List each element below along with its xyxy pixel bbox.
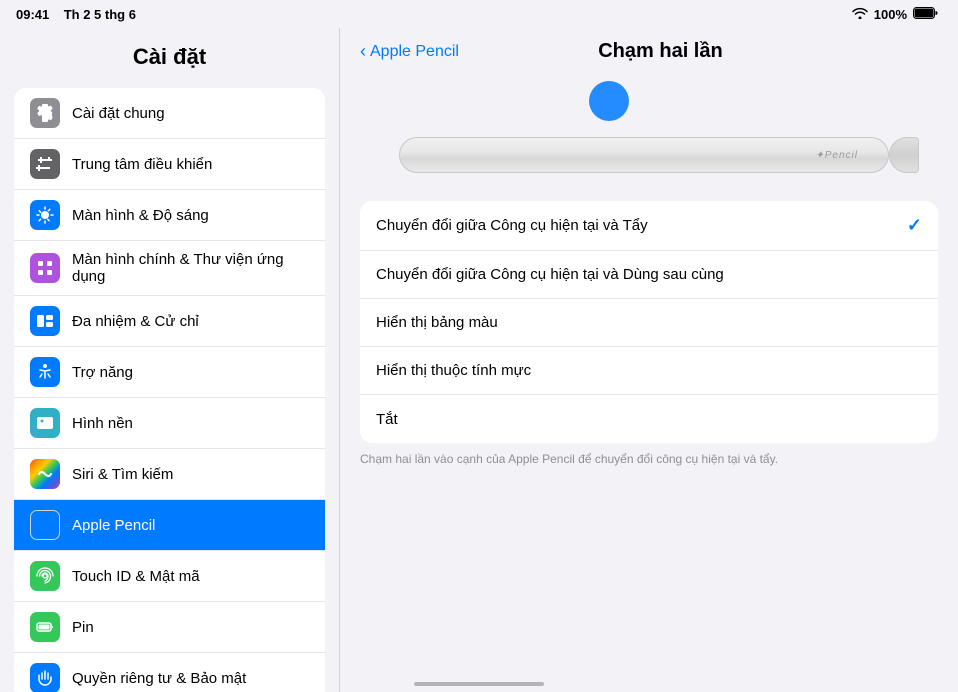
- sliders-icon: [30, 149, 60, 179]
- option-label-switch-last: Chuyển đổi giữa Công cụ hiện tại và Dùng…: [376, 266, 922, 283]
- pencil-illustration-section: ✦Pencil: [340, 71, 958, 201]
- option-show-ink-attributes[interactable]: Hiển thị thuộc tính mực: [360, 347, 938, 395]
- content-header: ‹ Apple Pencil Chạm hai lần: [340, 28, 958, 71]
- battery-icon: [913, 7, 938, 22]
- gear-icon: [30, 98, 60, 128]
- home-indicator: [414, 682, 544, 686]
- back-chevron-icon: ‹: [360, 41, 366, 62]
- status-indicators: 100%: [852, 7, 938, 22]
- sidebar-item-accessibility[interactable]: Trợ năng: [14, 347, 325, 398]
- pencil-body: ✦Pencil: [399, 137, 889, 173]
- option-description: Chạm hai lần vào cạnh của Apple Pencil đ…: [360, 451, 938, 468]
- sidebar-item-label-wallpaper: Hình nền: [72, 415, 309, 432]
- sidebar-item-label-display: Màn hình & Độ sáng: [72, 207, 309, 224]
- apps-icon: [30, 253, 60, 283]
- sidebar-item-label-accessibility: Trợ năng: [72, 364, 309, 381]
- option-label-color-palette: Hiển thị bảng màu: [376, 314, 922, 331]
- ipad-screen: 09:41 Th 2 5 thg 6 100%: [0, 0, 958, 692]
- sidebar-item-touch-id[interactable]: Touch ID & Mật mã: [14, 551, 325, 602]
- pencil-cap: [889, 137, 919, 173]
- sidebar: Cài đặt Cài đặt chung Trung tâm điều khi…: [0, 28, 340, 692]
- sidebar-item-home-screen[interactable]: Màn hình chính & Thư viện ứng dụng: [14, 241, 325, 296]
- main-layout: Cài đặt Cài đặt chung Trung tâm điều khi…: [0, 28, 958, 692]
- sidebar-item-apple-pencil[interactable]: Apple Pencil: [14, 500, 325, 551]
- option-show-color-palette[interactable]: Hiển thị bảng màu: [360, 299, 938, 347]
- pencil-brand-label: ✦Pencil: [815, 150, 858, 161]
- sidebar-item-label-homescreen: Màn hình chính & Thư viện ứng dụng: [72, 251, 309, 285]
- option-label-off: Tắt: [376, 411, 922, 428]
- sidebar-item-siri[interactable]: Siri & Tìm kiếm: [14, 449, 325, 500]
- sidebar-item-label-touchid: Touch ID & Mật mã: [72, 568, 309, 585]
- sidebar-item-label-general: Cài đặt chung: [72, 105, 309, 122]
- content-panel: ‹ Apple Pencil Chạm hai lần ✦Pencil: [340, 28, 958, 692]
- sidebar-item-multitasking[interactable]: Đa nhiệm & Cử chỉ: [14, 296, 325, 347]
- sidebar-item-label-pencil: Apple Pencil: [72, 517, 309, 534]
- sidebar-item-label-battery: Pin: [72, 619, 309, 636]
- option-checkmark-0: ✓: [907, 215, 922, 236]
- sidebar-item-wallpaper[interactable]: Hình nền: [14, 398, 325, 449]
- photo-icon: [30, 408, 60, 438]
- wifi-icon: [852, 7, 868, 22]
- pencil-image: ✦Pencil: [399, 129, 899, 181]
- fingerprint-icon: [30, 561, 60, 591]
- brightness-icon: [30, 200, 60, 230]
- hand-icon: [30, 663, 60, 692]
- option-label-switch-eraser: Chuyển đổi giữa Công cụ hiện tại và Tẩy: [376, 217, 907, 234]
- sidebar-item-label-privacy: Quyền riêng tư & Bảo mật: [72, 670, 309, 687]
- back-button-label: Apple Pencil: [370, 43, 459, 61]
- sidebar-group-1: Cài đặt chung Trung tâm điều khiển Màn h…: [14, 88, 325, 692]
- option-label-ink-attr: Hiển thị thuộc tính mực: [376, 362, 922, 379]
- sidebar-title: Cài đặt: [0, 36, 339, 82]
- content-title: Chạm hai lần: [463, 40, 938, 63]
- sidebar-item-label-siri: Siri & Tìm kiếm: [72, 466, 309, 483]
- sidebar-item-label-control: Trung tâm điều khiển: [72, 156, 309, 173]
- back-button[interactable]: ‹ Apple Pencil: [360, 41, 459, 62]
- pencil-icon: [30, 510, 60, 540]
- sidebar-item-display[interactable]: Màn hình & Độ sáng: [14, 190, 325, 241]
- options-list: Chuyển đổi giữa Công cụ hiện tại và Tẩy …: [360, 201, 938, 443]
- accessibility-icon: [30, 357, 60, 387]
- option-switch-eraser[interactable]: Chuyển đổi giữa Công cụ hiện tại và Tẩy …: [360, 201, 938, 251]
- battery-setting-icon: [30, 612, 60, 642]
- sidebar-item-control-center[interactable]: Trung tâm điều khiển: [14, 139, 325, 190]
- touch-indicator: [589, 81, 629, 121]
- sidebar-item-label-multitask: Đa nhiệm & Cử chỉ: [72, 313, 309, 330]
- status-bar: 09:41 Th 2 5 thg 6 100%: [0, 0, 958, 28]
- siri-icon: [30, 459, 60, 489]
- sidebar-item-battery[interactable]: Pin: [14, 602, 325, 653]
- option-off[interactable]: Tắt: [360, 395, 938, 443]
- battery-percentage: 100%: [874, 7, 907, 22]
- multitask-icon: [30, 306, 60, 336]
- option-switch-last-used[interactable]: Chuyển đổi giữa Công cụ hiện tại và Dùng…: [360, 251, 938, 299]
- sidebar-item-general[interactable]: Cài đặt chung: [14, 88, 325, 139]
- sidebar-item-privacy[interactable]: Quyền riêng tư & Bảo mật: [14, 653, 325, 692]
- status-time: 09:41 Th 2 5 thg 6: [16, 7, 136, 22]
